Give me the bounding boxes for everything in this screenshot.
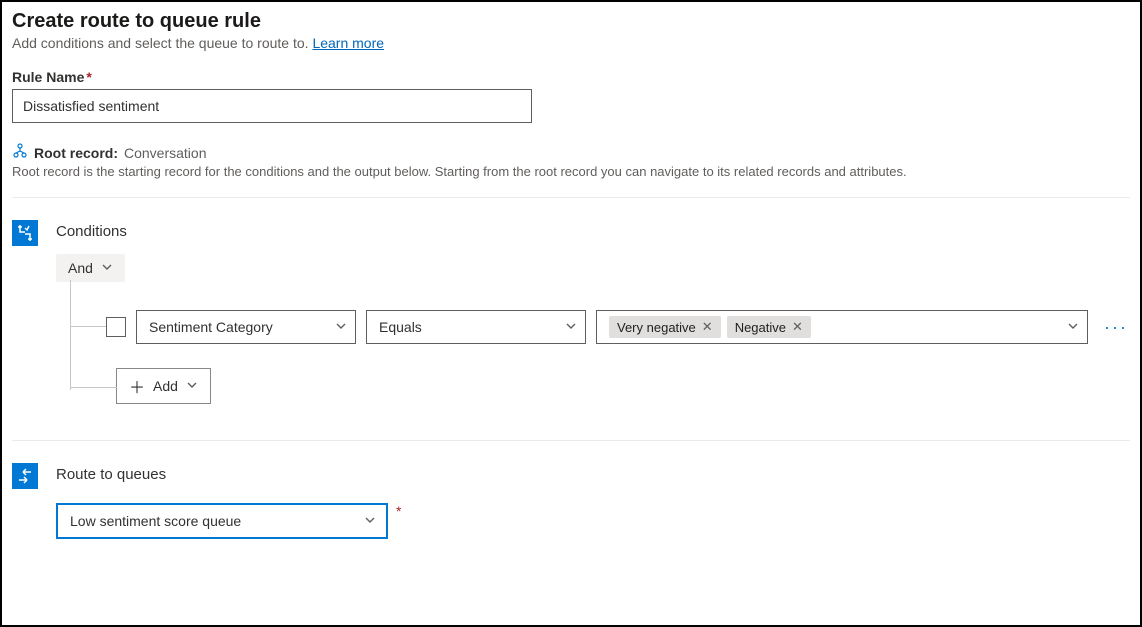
chevron-down-icon — [101, 260, 113, 276]
condition-row: Sentiment Category Equals Very ne — [106, 310, 1130, 344]
route-icon — [12, 463, 38, 489]
rule-name-label: Rule Name* — [12, 69, 1130, 85]
conditions-title: Conditions — [56, 223, 1130, 240]
required-indicator: * — [396, 503, 401, 519]
condition-tree: And Sentiment Category Equals — [56, 254, 1130, 404]
chevron-down-icon — [186, 378, 198, 394]
queue-selected-value: Low sentiment score queue — [70, 513, 241, 529]
group-operator-dropdown[interactable]: And — [56, 254, 125, 282]
route-section: Route to queues Low sentiment score queu… — [12, 463, 1130, 539]
required-indicator: * — [86, 69, 91, 85]
chevron-down-icon — [364, 513, 376, 529]
plus-icon: ＋ — [129, 374, 145, 398]
condition-operator-value: Equals — [379, 319, 422, 335]
value-tag-label: Negative — [735, 320, 786, 335]
learn-more-link[interactable]: Learn more — [312, 35, 384, 51]
value-tag-label: Very negative — [617, 320, 696, 335]
root-record-description: Root record is the starting record for t… — [12, 164, 1130, 179]
add-condition-button[interactable]: ＋ Add — [116, 368, 211, 404]
divider — [12, 197, 1130, 198]
condition-operator-dropdown[interactable]: Equals — [366, 310, 586, 344]
root-record-label: Root record: — [34, 145, 118, 161]
root-record-row: Root record: Conversation — [12, 143, 1130, 162]
page-subtitle: Add conditions and select the queue to r… — [12, 35, 1130, 51]
divider — [12, 440, 1130, 441]
rule-name-label-text: Rule Name — [12, 69, 84, 85]
remove-tag-icon[interactable]: ✕ — [792, 319, 803, 335]
hierarchy-icon — [12, 143, 28, 162]
rule-name-input[interactable] — [12, 89, 532, 123]
add-label: Add — [153, 378, 178, 394]
route-title: Route to queues — [56, 466, 1130, 483]
tree-connector — [70, 280, 71, 390]
condition-field-value: Sentiment Category — [149, 319, 273, 335]
group-operator-label: And — [68, 260, 93, 276]
chevron-down-icon — [1067, 319, 1079, 335]
value-tag: Negative ✕ — [727, 316, 811, 338]
chevron-down-icon — [565, 319, 577, 335]
condition-checkbox[interactable] — [106, 317, 126, 337]
condition-values-dropdown[interactable]: Very negative ✕ Negative ✕ — [596, 310, 1088, 344]
dialog-create-route-rule: Create route to queue rule Add condition… — [0, 0, 1142, 627]
conditions-icon — [12, 220, 38, 246]
condition-field-dropdown[interactable]: Sentiment Category — [136, 310, 356, 344]
chevron-down-icon — [335, 319, 347, 335]
queue-select-dropdown[interactable]: Low sentiment score queue — [56, 503, 388, 539]
root-record-value: Conversation — [124, 145, 207, 161]
conditions-section: Conditions And Sentiment Category — [12, 220, 1130, 404]
subtitle-text: Add conditions and select the queue to r… — [12, 35, 312, 51]
value-tag: Very negative ✕ — [609, 316, 721, 338]
page-title: Create route to queue rule — [12, 10, 1130, 33]
remove-tag-icon[interactable]: ✕ — [702, 319, 713, 335]
more-options-icon[interactable]: ··· — [1102, 317, 1130, 338]
